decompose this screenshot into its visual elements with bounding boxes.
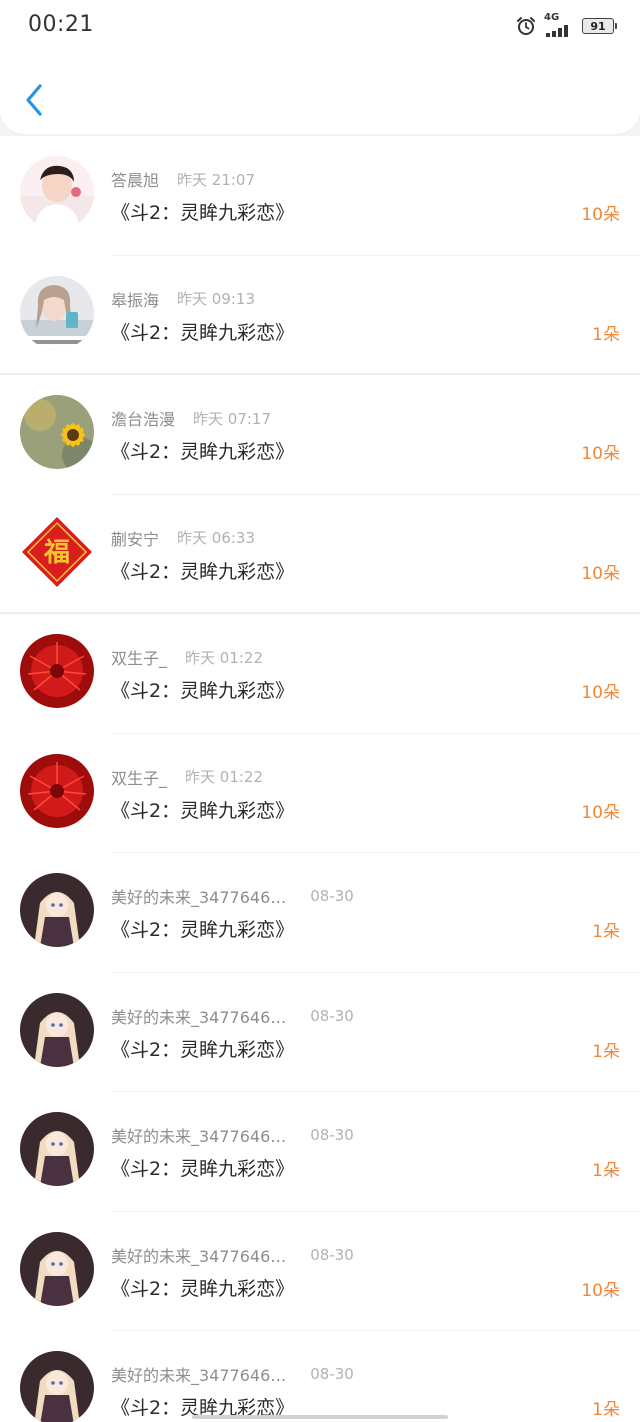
username[interactable]: 双生子_ — [111, 765, 167, 789]
name-line: 美好的未来_3477646… 08-30 — [111, 884, 354, 908]
name-line: 皋振海 昨天 09:13 — [111, 287, 256, 311]
alarm-clock-icon — [517, 17, 535, 35]
header: 00:21 4G 91 — [0, 0, 640, 134]
book-title: 《斗2：灵眸九彩恋》 — [111, 321, 295, 344]
reward-list: 答晨旭 昨天 21:07 《斗2：灵眸九彩恋》 10朵 皋振海 昨天 09:13 — [0, 136, 640, 1422]
timestamp: 昨天 09:13 — [177, 290, 256, 308]
avatar[interactable] — [20, 634, 94, 708]
avatar[interactable] — [20, 1231, 94, 1306]
flower-count: 1朵 — [592, 1161, 620, 1181]
status-time: 00:21 — [28, 12, 94, 37]
name-line: 答晨旭 昨天 21:07 — [111, 167, 256, 191]
name-line: 双生子_ 昨天 01:22 — [111, 765, 264, 789]
username[interactable]: 美好的未来_3477646… — [111, 1123, 286, 1147]
avatar[interactable] — [20, 992, 94, 1067]
svg-text:福: 福 — [43, 538, 70, 568]
signal-bars-icon — [546, 25, 568, 37]
username[interactable]: 美好的未来_3477646… — [111, 1243, 286, 1267]
book-title: 《斗2：灵眸九彩恋》 — [111, 1158, 295, 1180]
avatar[interactable] — [20, 873, 94, 947]
username[interactable]: 双生子_ — [111, 645, 167, 669]
avatar[interactable] — [20, 395, 94, 469]
timestamp: 昨天 01:22 — [185, 768, 264, 786]
list-item[interactable]: 答晨旭 昨天 21:07 《斗2：灵眸九彩恋》 10朵 — [0, 136, 640, 256]
back-button[interactable] — [20, 80, 50, 120]
timestamp: 昨天 06:33 — [177, 529, 256, 547]
flower-count: 10朵 — [581, 802, 620, 823]
list-item[interactable]: 皋振海 昨天 09:13 《斗2：灵眸九彩恋》 1朵 — [0, 255, 640, 375]
book-title: 《斗2：灵眸九彩恋》 — [111, 680, 295, 702]
username[interactable]: 皋振海 — [111, 287, 159, 311]
avatar[interactable] — [20, 753, 94, 828]
avatar[interactable] — [20, 1351, 94, 1422]
book-title: 《斗2：灵眸九彩恋》 — [111, 441, 295, 463]
name-line: 蒯安宁 昨天 06:33 — [111, 526, 256, 550]
list-item[interactable]: 美好的未来_3477646… 08-30 《斗2：灵眸九彩恋》 1朵 — [0, 972, 640, 1092]
flower-count: 10朵 — [581, 205, 620, 225]
name-line: 双生子_ 昨天 01:22 — [111, 645, 264, 669]
name-line: 美好的未来_3477646… 08-30 — [111, 1004, 354, 1028]
avatar[interactable] — [20, 275, 94, 350]
screen: 00:21 4G 91 答晨旭 昨天 21:07 《斗2：灵眸九彩恋》 10朵 … — [0, 0, 640, 1422]
book-title: 《斗2：灵眸九彩恋》 — [111, 919, 295, 941]
list-item[interactable]: 美好的未来_3477646… 08-30 《斗2：灵眸九彩恋》 1朵 — [0, 853, 640, 973]
username[interactable]: 美好的未来_3477646… — [111, 884, 286, 908]
list-item[interactable]: 美好的未来_3477646… 08-30 《斗2：灵眸九彩恋》 1朵 — [0, 1092, 640, 1212]
list-item[interactable]: 双生子_ 昨天 01:22 《斗2：灵眸九彩恋》 10朵 — [0, 733, 640, 853]
timestamp: 昨天 07:17 — [193, 409, 272, 428]
book-title: 《斗2：灵眸九彩恋》 — [111, 1038, 295, 1061]
flower-count: 10朵 — [581, 563, 620, 584]
network-indicator: 4G — [544, 12, 574, 37]
list-item[interactable]: 美好的未来_3477646… 08-30 《斗2：灵眸九彩恋》 10朵 — [0, 1211, 640, 1331]
timestamp: 08-30 — [310, 887, 354, 905]
book-title: 《斗2：灵眸九彩恋》 — [111, 799, 295, 822]
timestamp: 08-30 — [310, 1006, 354, 1025]
battery-indicator: 91 — [582, 18, 617, 34]
flower-count: 10朵 — [581, 1280, 620, 1301]
list-item[interactable]: 美好的未来_3477646… 08-30 《斗2：灵眸九彩恋》 1朵 — [0, 1331, 640, 1422]
book-title: 《斗2：灵眸九彩恋》 — [111, 202, 295, 224]
username[interactable]: 澹台浩漫 — [111, 406, 175, 430]
book-title: 《斗2：灵眸九彩恋》 — [111, 560, 295, 583]
name-line: 美好的未来_3477646… 08-30 — [111, 1243, 354, 1267]
book-title: 《斗2：灵眸九彩恋》 — [111, 1277, 295, 1300]
status-icons: 4G 91 — [516, 12, 617, 38]
timestamp: 08-30 — [310, 1126, 354, 1144]
username[interactable]: 美好的未来_3477646… — [111, 1004, 286, 1028]
home-indicator[interactable] — [192, 1415, 448, 1419]
timestamp: 08-30 — [310, 1245, 354, 1264]
timestamp: 昨天 21:07 — [177, 170, 256, 189]
avatar[interactable]: 福 — [20, 514, 94, 589]
list-item[interactable]: 福 蒯安宁 昨天 06:33 《斗2：灵眸九彩恋》 10朵 — [0, 494, 640, 614]
timestamp: 08-30 — [310, 1365, 354, 1383]
avatar[interactable] — [20, 1112, 94, 1186]
name-line: 美好的未来_3477646… 08-30 — [111, 1123, 354, 1147]
list-item[interactable]: 双生子_ 昨天 01:22 《斗2：灵眸九彩恋》 10朵 — [0, 614, 640, 734]
name-line: 澹台浩漫 昨天 07:17 — [111, 406, 272, 430]
flower-count: 1朵 — [592, 1041, 620, 1062]
flower-count: 10朵 — [581, 683, 620, 703]
flower-count: 10朵 — [581, 444, 620, 464]
username[interactable]: 美好的未来_3477646… — [111, 1362, 286, 1386]
avatar[interactable] — [20, 156, 94, 230]
username[interactable]: 答晨旭 — [111, 167, 159, 191]
name-line: 美好的未来_3477646… 08-30 — [111, 1362, 354, 1386]
list-item[interactable]: 澹台浩漫 昨天 07:17 《斗2：灵眸九彩恋》 10朵 — [0, 375, 640, 495]
timestamp: 昨天 01:22 — [185, 648, 264, 667]
username[interactable]: 蒯安宁 — [111, 526, 159, 550]
network-type: 4G — [544, 12, 560, 23]
flower-count: 1朵 — [592, 324, 620, 345]
flower-count: 1朵 — [592, 922, 620, 942]
flower-count: 1朵 — [592, 1400, 620, 1420]
